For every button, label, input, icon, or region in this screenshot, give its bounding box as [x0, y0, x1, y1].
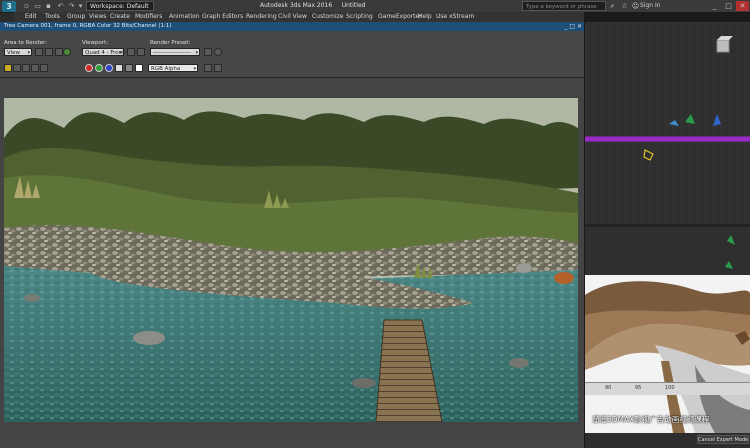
- viewport-perspective[interactable]: [585, 275, 750, 433]
- new-file-icon[interactable]: ▫: [22, 2, 31, 10]
- area-to-render-dropdown[interactable]: View ▾: [4, 48, 32, 56]
- close-button[interactable]: ✕: [736, 1, 749, 11]
- print-icon[interactable]: [31, 64, 39, 72]
- lock-viewport-icon[interactable]: [127, 48, 135, 56]
- render-preset-dropdown[interactable]: ------------------- ▾: [150, 48, 200, 56]
- menu-bar: Edit Tools Group Views Create Modifiers …: [14, 12, 584, 22]
- color-swatch[interactable]: [135, 64, 143, 72]
- render-teapot-icon[interactable]: [214, 48, 222, 56]
- timeline-tick: 95: [635, 385, 642, 391]
- watermark-text: 溜溜3DMAX影视广告动画视频课程: [592, 415, 710, 424]
- green-channel-toggle[interactable]: [95, 64, 103, 72]
- menu-modifiers[interactable]: Modifiers: [135, 13, 162, 20]
- render-window-title: Tree Camera 001, frame 0, RGBA Color 32 …: [0, 22, 584, 31]
- menu-group[interactable]: Group: [67, 13, 85, 20]
- environment-icon[interactable]: [63, 48, 71, 56]
- toggle-ui-overlay-icon[interactable]: [204, 64, 212, 72]
- timeline-ruler[interactable]: 90 95 100: [585, 382, 750, 395]
- undo-icon[interactable]: ↶: [56, 2, 65, 10]
- viewport-dropdown[interactable]: Quad 4 - Front ▾: [82, 48, 124, 56]
- viewport-front[interactable]: [585, 22, 750, 224]
- search-input[interactable]: Type a keyword or phrase: [522, 1, 606, 11]
- open-file-icon[interactable]: ▭: [33, 2, 42, 10]
- viewport-value: Quad 4 - Front: [85, 50, 125, 56]
- menu-gameexporter[interactable]: GameExporter: [378, 13, 422, 20]
- user-icon[interactable]: ☺: [631, 2, 640, 10]
- channel-display-value: RGB Alpha: [151, 66, 181, 72]
- menu-customize[interactable]: Customize: [312, 13, 344, 20]
- area-to-render-value: View: [7, 50, 21, 56]
- workspace-dropdown[interactable]: Workspace: Default: [86, 1, 154, 11]
- edit-region-icon[interactable]: [35, 48, 43, 56]
- save-image-icon[interactable]: [4, 64, 12, 72]
- save-icon[interactable]: ▪: [44, 2, 53, 10]
- left-viewport-grid: [585, 227, 750, 275]
- render-setup-icon[interactable]: [137, 48, 145, 56]
- menu-graph-editors[interactable]: Graph Editors: [202, 13, 243, 20]
- menu-rendering[interactable]: Rendering: [246, 13, 277, 20]
- render-preset-value: -------------------: [153, 50, 191, 56]
- render-window-controls[interactable]: _ □ ✕: [560, 23, 582, 30]
- crop-icon[interactable]: [55, 48, 63, 56]
- area-to-render-label: Area to Render:: [4, 40, 48, 46]
- sign-in-link[interactable]: Sign In: [640, 2, 680, 9]
- menu-civil-view[interactable]: Civil View: [278, 13, 307, 20]
- rendered-image[interactable]: [4, 98, 578, 422]
- project-folder-icon[interactable]: ▾: [76, 2, 85, 10]
- alpha-channel-toggle[interactable]: [115, 64, 123, 72]
- copy-image-icon[interactable]: [13, 64, 21, 72]
- app-logo-icon[interactable]: 3: [2, 1, 16, 12]
- blue-channel-toggle[interactable]: [105, 64, 113, 72]
- menu-scripting[interactable]: Scripting: [346, 13, 373, 20]
- red-channel-toggle[interactable]: [85, 64, 93, 72]
- toggle-ui-icon[interactable]: [214, 64, 222, 72]
- favorites-icon[interactable]: ☆: [620, 2, 629, 10]
- menu-help[interactable]: Help: [418, 13, 432, 20]
- cancel-expert-mode-button[interactable]: Cancel Expert Mode: [697, 435, 749, 444]
- menu-animation[interactable]: Animation: [169, 13, 200, 20]
- auto-region-icon[interactable]: [45, 48, 53, 56]
- rendered-landscape-image: [4, 98, 578, 422]
- clear-icon[interactable]: [40, 64, 48, 72]
- timeline-tick: 100: [665, 385, 675, 391]
- render-preset-label: Render Preset:: [150, 40, 191, 46]
- perspective-viewport-scene: [585, 275, 750, 433]
- menu-tools[interactable]: Tools: [45, 13, 60, 20]
- minimize-button[interactable]: _: [708, 1, 721, 11]
- menu-use-xstream[interactable]: Use xStream: [436, 13, 474, 20]
- render-controls-panel: Area to Render: View ▾ Viewport: Quad 4 -…: [0, 31, 584, 78]
- search-icon[interactable]: ⌕: [608, 2, 617, 10]
- preset-settings-icon[interactable]: [204, 48, 212, 56]
- timeline-tick: 90: [605, 385, 612, 391]
- menu-edit[interactable]: Edit: [25, 13, 37, 20]
- channel-display-dropdown[interactable]: RGB Alpha ▾: [148, 64, 198, 72]
- redo-icon[interactable]: ↷: [67, 2, 76, 10]
- window-title: Autodesk 3ds Max 2016 Untitled: [260, 2, 366, 9]
- front-viewport-grid: [585, 22, 750, 224]
- maximize-button[interactable]: □: [722, 1, 735, 11]
- menu-create[interactable]: Create: [110, 13, 130, 20]
- menu-views[interactable]: Views: [89, 13, 106, 20]
- viewport-left[interactable]: [585, 227, 750, 275]
- monochrome-toggle[interactable]: [125, 64, 133, 72]
- clone-window-icon[interactable]: [22, 64, 30, 72]
- viewport-label: Viewport:: [82, 40, 109, 46]
